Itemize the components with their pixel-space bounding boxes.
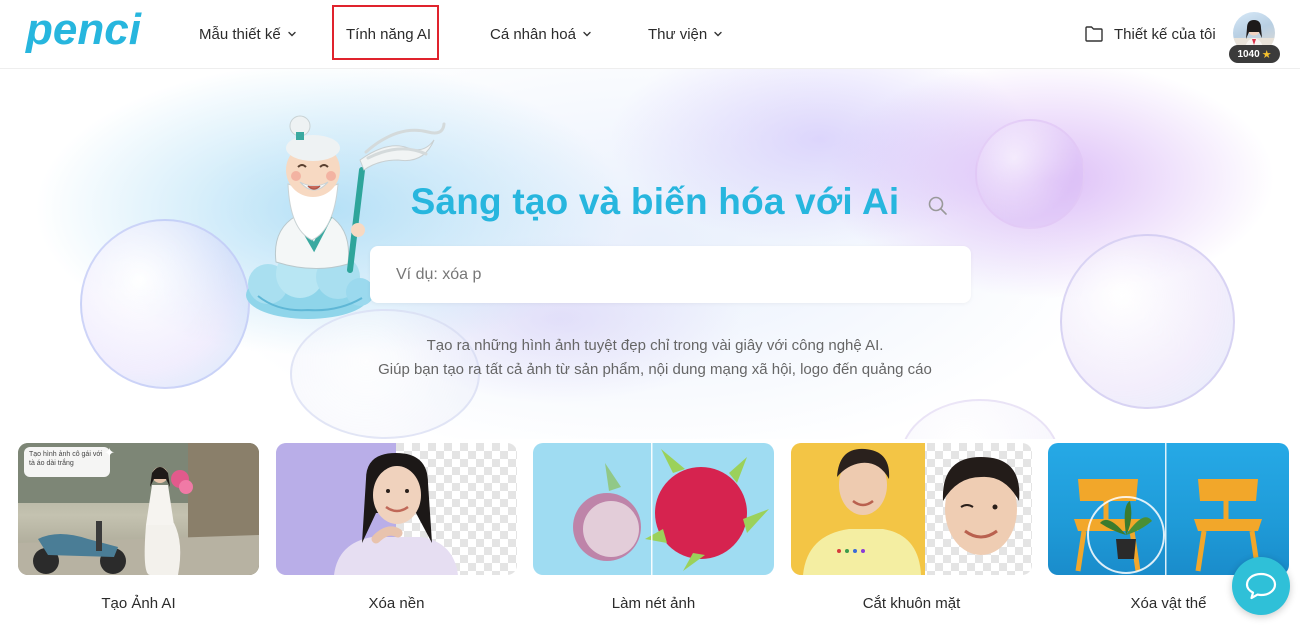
feature-card-tao-anh-ai[interactable]: Tạo hình ảnh cô gái với tà áo dài trắng … bbox=[18, 443, 259, 575]
decorative-bubble bbox=[900, 399, 1060, 439]
xoa-vat-the-thumbnail bbox=[1074, 443, 1262, 575]
ai-search-input[interactable] bbox=[396, 260, 896, 290]
my-designs-link[interactable]: Thiết kế của tôi bbox=[1084, 22, 1216, 46]
hero-section: Sáng tạo và biến hóa với Ai Tạo ra những… bbox=[0, 69, 1300, 439]
chat-icon bbox=[1245, 572, 1277, 600]
decorative-bubble bbox=[1060, 234, 1235, 409]
decorative-bubble bbox=[80, 219, 250, 389]
points-value: 1040 bbox=[1237, 48, 1260, 60]
chevron-down-icon bbox=[288, 31, 296, 37]
folder-icon bbox=[1085, 26, 1103, 42]
feature-label-cat-khuon-mat[interactable]: Cắt khuôn mặt bbox=[791, 595, 1032, 612]
feature-label-tao-anh-ai[interactable]: Tạo Ảnh AI bbox=[18, 595, 259, 612]
sparkle-icon: ✦ bbox=[104, 445, 115, 460]
chat-button[interactable] bbox=[1232, 557, 1290, 615]
nav-mau-thiet-ke[interactable]: Mẫu thiết kế bbox=[199, 22, 297, 46]
feature-label-lam-net-anh[interactable]: Làm nét ảnh bbox=[533, 595, 774, 612]
feature-label-xoa-nen[interactable]: Xóa nền bbox=[276, 595, 517, 612]
chevron-down-icon bbox=[714, 31, 722, 37]
nav-item-label: Cá nhân hoá bbox=[490, 25, 576, 43]
ai-search-box bbox=[370, 246, 971, 303]
prompt-bubble-text: Tạo hình ảnh cô gái với tà áo dài trắng bbox=[29, 451, 103, 467]
star-icon: ★ bbox=[1261, 48, 1272, 61]
xoa-nen-thumbnail bbox=[276, 443, 458, 575]
points-badge[interactable]: 1040 ★ bbox=[1229, 45, 1280, 63]
nav-thu-vien[interactable]: Thư viện bbox=[648, 22, 723, 46]
nav-item-label: Tính năng AI bbox=[346, 25, 432, 43]
top-header: penci Mẫu thiết kế Tính năng AI Cá nhân … bbox=[0, 0, 1300, 69]
cat-khuon-mat-thumbnail bbox=[791, 443, 1020, 575]
logo-text: penci bbox=[25, 6, 142, 54]
feature-card-cat-khuon-mat[interactable] bbox=[791, 443, 1032, 575]
feature-card-xoa-nen[interactable] bbox=[276, 443, 517, 575]
my-designs-label: Thiết kế của tôi bbox=[1114, 25, 1216, 43]
search-icon[interactable] bbox=[927, 195, 949, 217]
hero-title: Sáng tạo và biến hóa với Ai bbox=[410, 181, 900, 222]
nav-item-label: Thư viện bbox=[648, 25, 708, 43]
nav-ca-nhan-hoa[interactable]: Cá nhân hoá bbox=[490, 22, 592, 46]
feature-card-lam-net-anh[interactable] bbox=[533, 443, 774, 575]
nav-tinh-nang-ai[interactable]: Tính năng AI bbox=[346, 22, 431, 46]
nav-item-label: Mẫu thiết kế bbox=[199, 25, 281, 43]
hero-subtitle-line2: Giúp bạn tạo ra tất cả ảnh từ sản phẩm, … bbox=[378, 361, 932, 378]
chevron-down-icon bbox=[583, 31, 591, 37]
lam-net-anh-thumbnail bbox=[573, 443, 769, 575]
penci-logo[interactable]: penci bbox=[24, 6, 142, 60]
feature-card-xoa-vat-the[interactable] bbox=[1048, 443, 1289, 575]
prompt-bubble: Tạo hình ảnh cô gái với tà áo dài trắng bbox=[24, 447, 110, 477]
hero-subtitle-line1: Tạo ra những hình ảnh tuyệt đẹp chỉ tron… bbox=[426, 337, 884, 354]
